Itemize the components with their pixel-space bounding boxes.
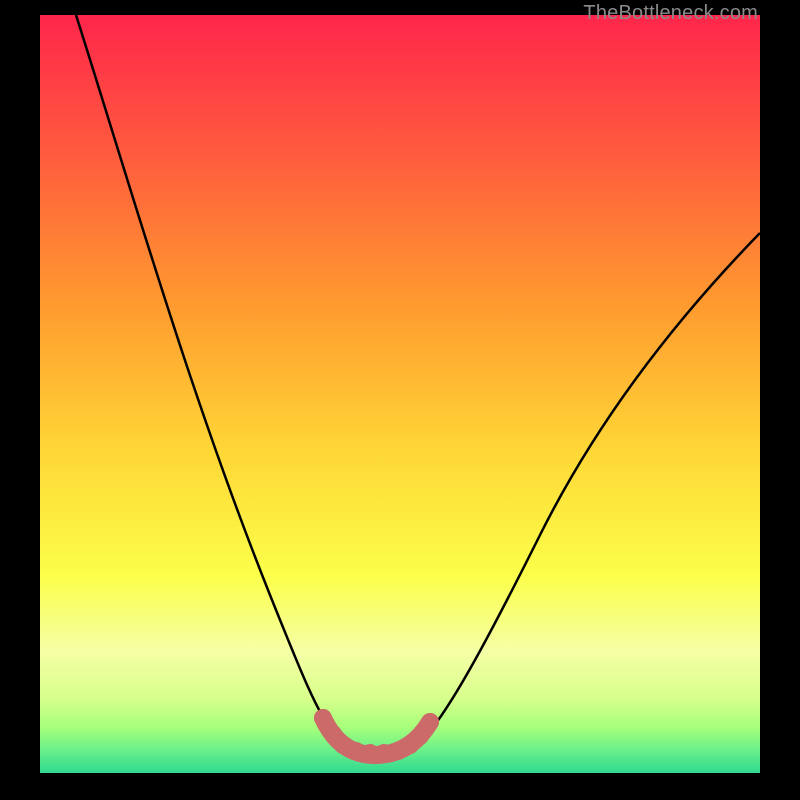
plot-area <box>40 15 760 773</box>
chart-svg <box>40 15 760 773</box>
chart-frame: TheBottleneck.com <box>0 0 800 800</box>
attribution-text: TheBottleneck.com <box>583 2 758 25</box>
gradient-background <box>40 15 760 773</box>
